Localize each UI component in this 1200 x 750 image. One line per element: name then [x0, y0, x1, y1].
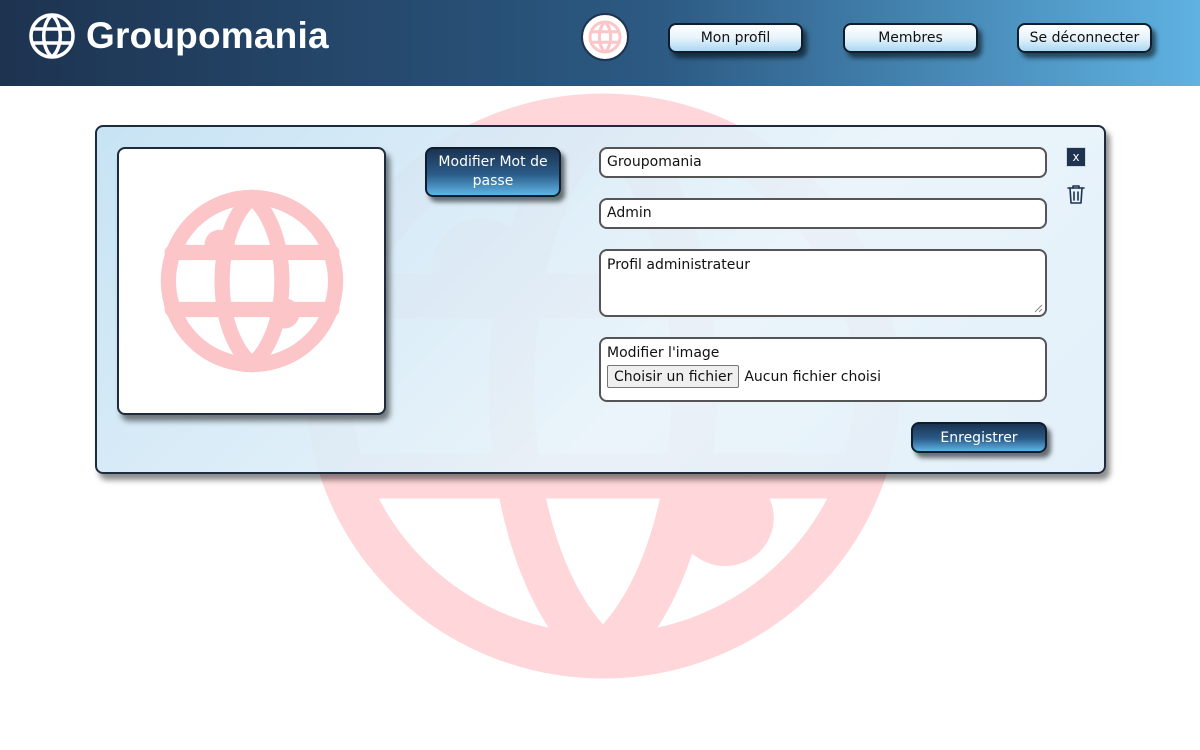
image-upload-field: Modifier l'image Choisir un fichier Aucu… [599, 337, 1047, 402]
brand[interactable]: Groupomania [28, 12, 329, 60]
globe-icon [160, 189, 343, 373]
globe-icon [588, 20, 622, 54]
top-header: Groupomania Mon profil Membres Se déconn… [0, 0, 1200, 86]
resize-grip-icon[interactable] [1034, 304, 1043, 313]
image-upload-label: Modifier l'image [607, 345, 720, 361]
members-button[interactable]: Membres [843, 23, 978, 53]
logout-button[interactable]: Se déconnecter [1017, 23, 1152, 53]
role-input[interactable]: Admin [599, 198, 1047, 229]
user-avatar[interactable] [581, 13, 629, 61]
my-profile-button[interactable]: Mon profil [668, 23, 803, 53]
globe-icon [29, 13, 75, 59]
file-input-row: Choisir un fichier Aucun fichier choisi [607, 365, 1039, 388]
bio-text: Profil administrateur [607, 257, 750, 273]
trash-icon[interactable] [1066, 183, 1086, 205]
close-button[interactable]: x [1066, 147, 1086, 167]
brand-name: Groupomania [86, 15, 329, 56]
change-password-button[interactable]: Modifier Mot de passe [425, 147, 561, 197]
profile-edit-card: Modifier Mot de passe Groupomania Admin … [95, 125, 1106, 474]
file-status: Aucun fichier choisi [744, 368, 881, 385]
profile-photo [117, 147, 386, 415]
bio-textarea[interactable]: Profil administrateur [599, 249, 1047, 317]
name-input[interactable]: Groupomania [599, 147, 1047, 178]
save-button[interactable]: Enregistrer [911, 422, 1047, 453]
choose-file-button[interactable]: Choisir un fichier [607, 365, 740, 388]
